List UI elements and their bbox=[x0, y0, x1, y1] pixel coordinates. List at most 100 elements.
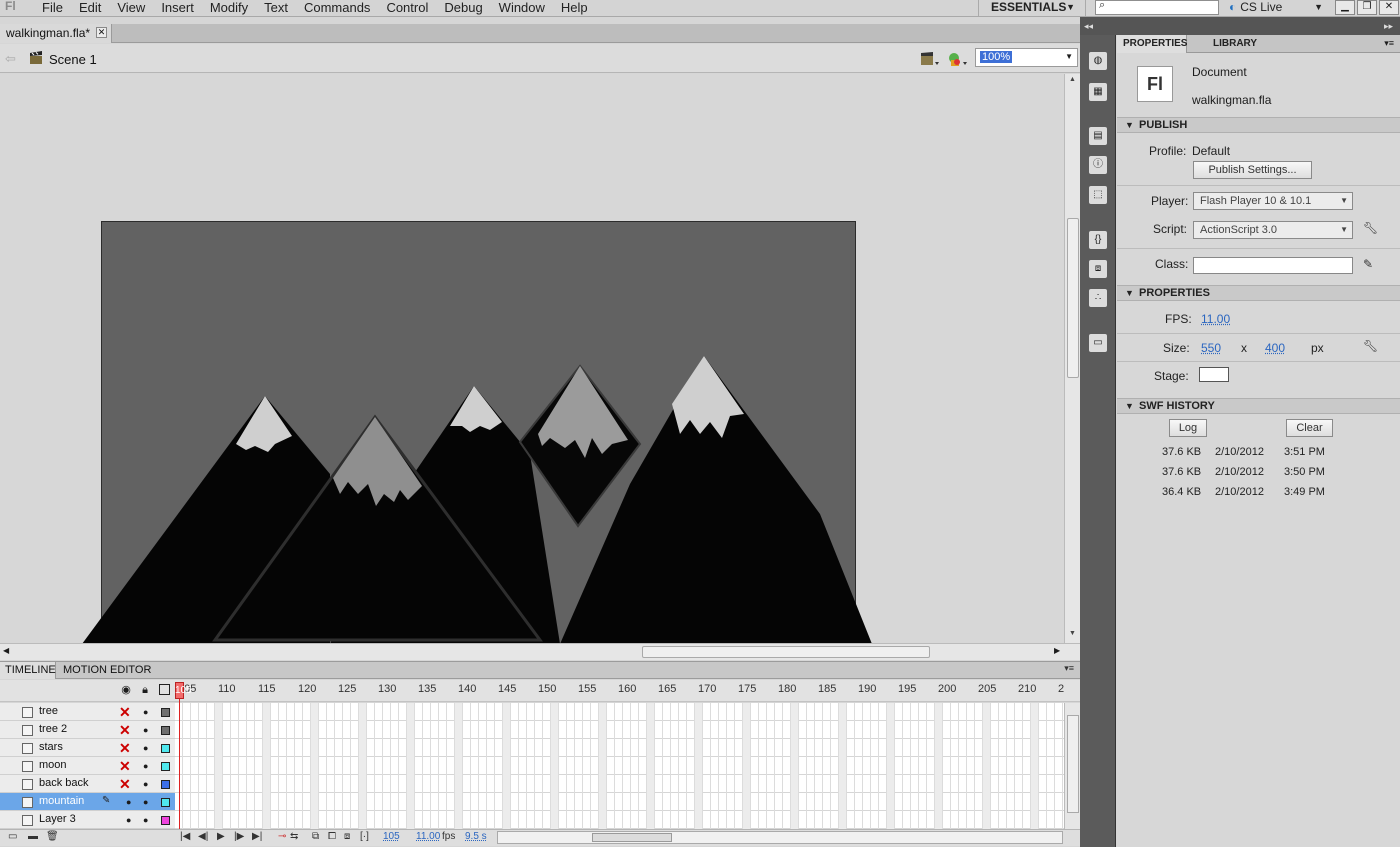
scroll-right-icon[interactable]: ▶ bbox=[1054, 646, 1060, 655]
new-folder-icon[interactable]: ▬ bbox=[28, 831, 38, 842]
publish-settings-button[interactable]: Publish Settings... bbox=[1193, 161, 1312, 179]
collapse-icon[interactable]: ▸▸ bbox=[1384, 21, 1393, 32]
transform-icon[interactable]: ⬚ bbox=[1089, 186, 1107, 204]
properties-section-header[interactable]: ▼ PROPERTIES bbox=[1117, 285, 1400, 301]
lock-dot[interactable]: ● bbox=[143, 793, 148, 811]
panel-menu-icon[interactable]: ▾≡ bbox=[1384, 38, 1394, 49]
hidden-x-icon[interactable]: ✕ bbox=[119, 757, 131, 775]
lock-dot[interactable]: ● bbox=[143, 739, 148, 757]
info-icon[interactable]: ⓘ bbox=[1089, 156, 1107, 174]
lock-dot[interactable]: ● bbox=[143, 721, 148, 739]
outline-color-swatch[interactable] bbox=[161, 726, 170, 735]
motion-presets-icon[interactable]: ∴ bbox=[1089, 289, 1107, 307]
layer-row[interactable]: tree ✕ ● bbox=[0, 703, 175, 721]
scroll-up-icon[interactable]: ▲ bbox=[1069, 76, 1076, 83]
hidden-x-icon[interactable]: ✕ bbox=[119, 739, 131, 757]
layer-row[interactable]: tree 2 ✕ ● bbox=[0, 721, 175, 739]
menu-window[interactable]: Window bbox=[491, 0, 553, 16]
tab-properties[interactable]: PROPERTIES bbox=[1117, 35, 1187, 53]
swf-history-section-header[interactable]: ▼ SWF HISTORY bbox=[1117, 398, 1400, 414]
edit-scene-icon[interactable] bbox=[920, 51, 940, 67]
layer-row-selected[interactable]: mountain ✎ ● ● bbox=[0, 793, 175, 811]
stage-horizontal-scrollbar[interactable]: ◀ ▶ bbox=[0, 643, 1080, 660]
tab-timeline[interactable]: TIMELINE bbox=[0, 662, 56, 679]
center-frame-icon[interactable]: ⊸ bbox=[278, 831, 286, 842]
lock-dot[interactable]: ● bbox=[143, 757, 148, 775]
edit-multiple-icon[interactable]: ⧈ bbox=[344, 831, 350, 842]
delete-layer-icon[interactable]: 🗑︎ bbox=[46, 831, 59, 842]
lock-dot[interactable]: ● bbox=[143, 703, 148, 721]
lock-icon[interactable]: 🔒︎ bbox=[139, 684, 151, 696]
elapsed-time[interactable]: 9.5 s bbox=[465, 831, 487, 842]
cs-live-button[interactable]: ◐ CS Live ▼ bbox=[1229, 0, 1327, 16]
pasteboard[interactable] bbox=[0, 74, 1064, 644]
hidden-x-icon[interactable]: ✕ bbox=[119, 703, 131, 721]
script-select[interactable]: ActionScript 3.0 ▼ bbox=[1193, 221, 1353, 239]
close-icon[interactable]: ✕ bbox=[96, 27, 107, 38]
scroll-thumb[interactable] bbox=[1067, 715, 1079, 813]
search-input[interactable] bbox=[1114, 1, 1214, 14]
frame-grid[interactable] bbox=[175, 703, 1064, 829]
visible-dot[interactable]: ● bbox=[126, 793, 131, 811]
document-tab[interactable]: walkingman.fla* ✕ bbox=[0, 24, 112, 43]
swatches-icon[interactable]: ▦ bbox=[1089, 83, 1107, 101]
scroll-left-icon[interactable]: ◀ bbox=[3, 646, 9, 655]
fps-value[interactable]: 11.00 bbox=[416, 831, 440, 842]
fps-value[interactable]: 11.00 bbox=[1201, 312, 1230, 326]
step-forward-icon[interactable]: |▶ bbox=[234, 831, 244, 842]
last-frame-icon[interactable]: ▶| bbox=[252, 831, 262, 842]
current-frame-value[interactable]: 105 bbox=[383, 831, 400, 842]
player-select[interactable]: Flash Player 10 & 10.1 ▼ bbox=[1193, 192, 1353, 210]
log-button[interactable]: Log bbox=[1169, 419, 1207, 437]
layer-row[interactable]: stars ✕ ● bbox=[0, 739, 175, 757]
actions-icon[interactable]: {} bbox=[1089, 231, 1107, 249]
minimize-icon[interactable]: ▁ bbox=[1335, 0, 1355, 15]
lock-dot[interactable]: ● bbox=[143, 775, 148, 793]
panel-menu-icon[interactable]: ▾≡ bbox=[1064, 663, 1074, 674]
tab-library[interactable]: LIBRARY bbox=[1207, 35, 1263, 53]
outline-icon[interactable] bbox=[159, 684, 170, 695]
restore-icon[interactable]: ❐ bbox=[1357, 0, 1377, 15]
menu-debug[interactable]: Debug bbox=[436, 0, 490, 16]
tab-motion-editor[interactable]: MOTION EDITOR bbox=[58, 662, 156, 679]
onion-markers-icon[interactable]: [·] bbox=[360, 831, 369, 842]
outline-color-swatch[interactable] bbox=[161, 708, 170, 717]
project-icon[interactable]: ▭ bbox=[1089, 334, 1107, 352]
outline-color-swatch[interactable] bbox=[161, 816, 170, 825]
menu-text[interactable]: Text bbox=[256, 0, 296, 16]
wrench-icon[interactable]: 🔧︎ bbox=[1363, 339, 1378, 353]
scroll-down-icon[interactable]: ▼ bbox=[1069, 630, 1076, 637]
timeline-horizontal-scrollbar[interactable] bbox=[497, 831, 1063, 844]
step-back-icon[interactable]: ◀| bbox=[198, 831, 208, 842]
play-icon[interactable]: ▶ bbox=[217, 831, 225, 842]
outline-color-swatch[interactable] bbox=[161, 762, 170, 771]
layer-row[interactable]: moon ✕ ● bbox=[0, 757, 175, 775]
frame-ruler[interactable]: 105 110 115 120 125 130 135 140 145 150 155 160 165 1… bbox=[175, 680, 1065, 702]
class-input[interactable] bbox=[1193, 257, 1353, 274]
loop-icon[interactable]: ⇆ bbox=[290, 831, 298, 842]
timeline-vertical-scrollbar[interactable] bbox=[1064, 703, 1080, 829]
stage-color-swatch[interactable] bbox=[1199, 367, 1229, 382]
stage-vertical-scrollbar[interactable]: ▲ ▼ bbox=[1064, 74, 1080, 644]
components-icon[interactable]: ⧈ bbox=[1089, 260, 1107, 278]
clear-button[interactable]: Clear bbox=[1286, 419, 1333, 437]
menu-control[interactable]: Control bbox=[378, 0, 436, 16]
menu-edit[interactable]: Edit bbox=[71, 0, 109, 16]
stage-width-value[interactable]: 550 bbox=[1201, 341, 1221, 355]
expand-icon[interactable]: ◂◂ bbox=[1084, 21, 1093, 32]
hidden-x-icon[interactable]: ✕ bbox=[119, 775, 131, 793]
first-frame-icon[interactable]: |◀ bbox=[180, 831, 190, 842]
menu-insert[interactable]: Insert bbox=[153, 0, 202, 16]
hidden-x-icon[interactable]: ✕ bbox=[119, 721, 131, 739]
menu-commands[interactable]: Commands bbox=[296, 0, 378, 16]
outline-color-swatch[interactable] bbox=[161, 780, 170, 789]
help-search[interactable]: ⌕ bbox=[1095, 0, 1219, 15]
eye-icon[interactable]: ◉ bbox=[120, 684, 132, 696]
layer-row[interactable]: back back ✕ ● bbox=[0, 775, 175, 793]
menu-modify[interactable]: Modify bbox=[202, 0, 256, 16]
onion-skin-icon[interactable]: ⧉ bbox=[312, 831, 319, 842]
lock-dot[interactable]: ● bbox=[143, 811, 148, 829]
publish-section-header[interactable]: ▼ PUBLISH bbox=[1117, 117, 1400, 133]
color-palette-icon[interactable]: ◍ bbox=[1089, 52, 1107, 70]
align-icon[interactable]: ▤ bbox=[1089, 127, 1107, 145]
